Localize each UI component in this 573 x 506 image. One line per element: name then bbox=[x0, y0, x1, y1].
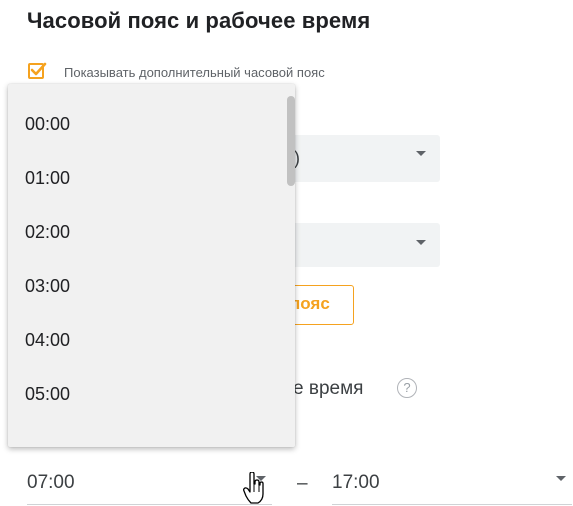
secondary-timezone-select[interactable] bbox=[274, 223, 440, 267]
time-option[interactable]: 05:00 bbox=[25, 384, 70, 405]
time-option[interactable]: 04:00 bbox=[25, 330, 70, 351]
dropdown-scrollbar[interactable] bbox=[284, 84, 295, 447]
secondary-timezone-label[interactable]: Показывать дополнительный часовой пояс bbox=[64, 65, 325, 80]
help-icon[interactable]: ? bbox=[397, 378, 417, 398]
start-time-value: 07:00 bbox=[27, 472, 75, 493]
hand-cursor-icon bbox=[243, 472, 264, 504]
add-timezone-button-label: пояс bbox=[290, 294, 330, 313]
time-option[interactable]: 03:00 bbox=[25, 276, 70, 297]
chevron-down-icon bbox=[416, 240, 426, 245]
section-title: Часовой пояс и рабочее время bbox=[27, 8, 371, 33]
time-option[interactable]: 00:00 bbox=[25, 114, 70, 135]
settings-panel: Часовой пояс и рабочее время Показывать … bbox=[0, 0, 573, 506]
scrollbar-thumb[interactable] bbox=[287, 96, 295, 186]
time-option[interactable]: 02:00 bbox=[25, 222, 70, 243]
chevron-down-icon bbox=[416, 151, 426, 156]
working-hours-label: е время bbox=[293, 378, 364, 399]
time-range-separator: – bbox=[297, 473, 308, 494]
checkmark-icon bbox=[30, 62, 47, 76]
end-time-value: 17:00 bbox=[332, 472, 380, 493]
time-option[interactable]: 01:00 bbox=[25, 168, 70, 189]
chevron-down-icon bbox=[556, 476, 566, 481]
secondary-timezone-checkbox[interactable] bbox=[28, 62, 47, 79]
time-dropdown-list[interactable]: 00:00 01:00 02:00 03:00 04:00 05:00 bbox=[8, 84, 295, 447]
start-time-select[interactable]: 07:00 bbox=[27, 465, 272, 505]
end-time-select[interactable]: 17:00 bbox=[332, 465, 572, 505]
